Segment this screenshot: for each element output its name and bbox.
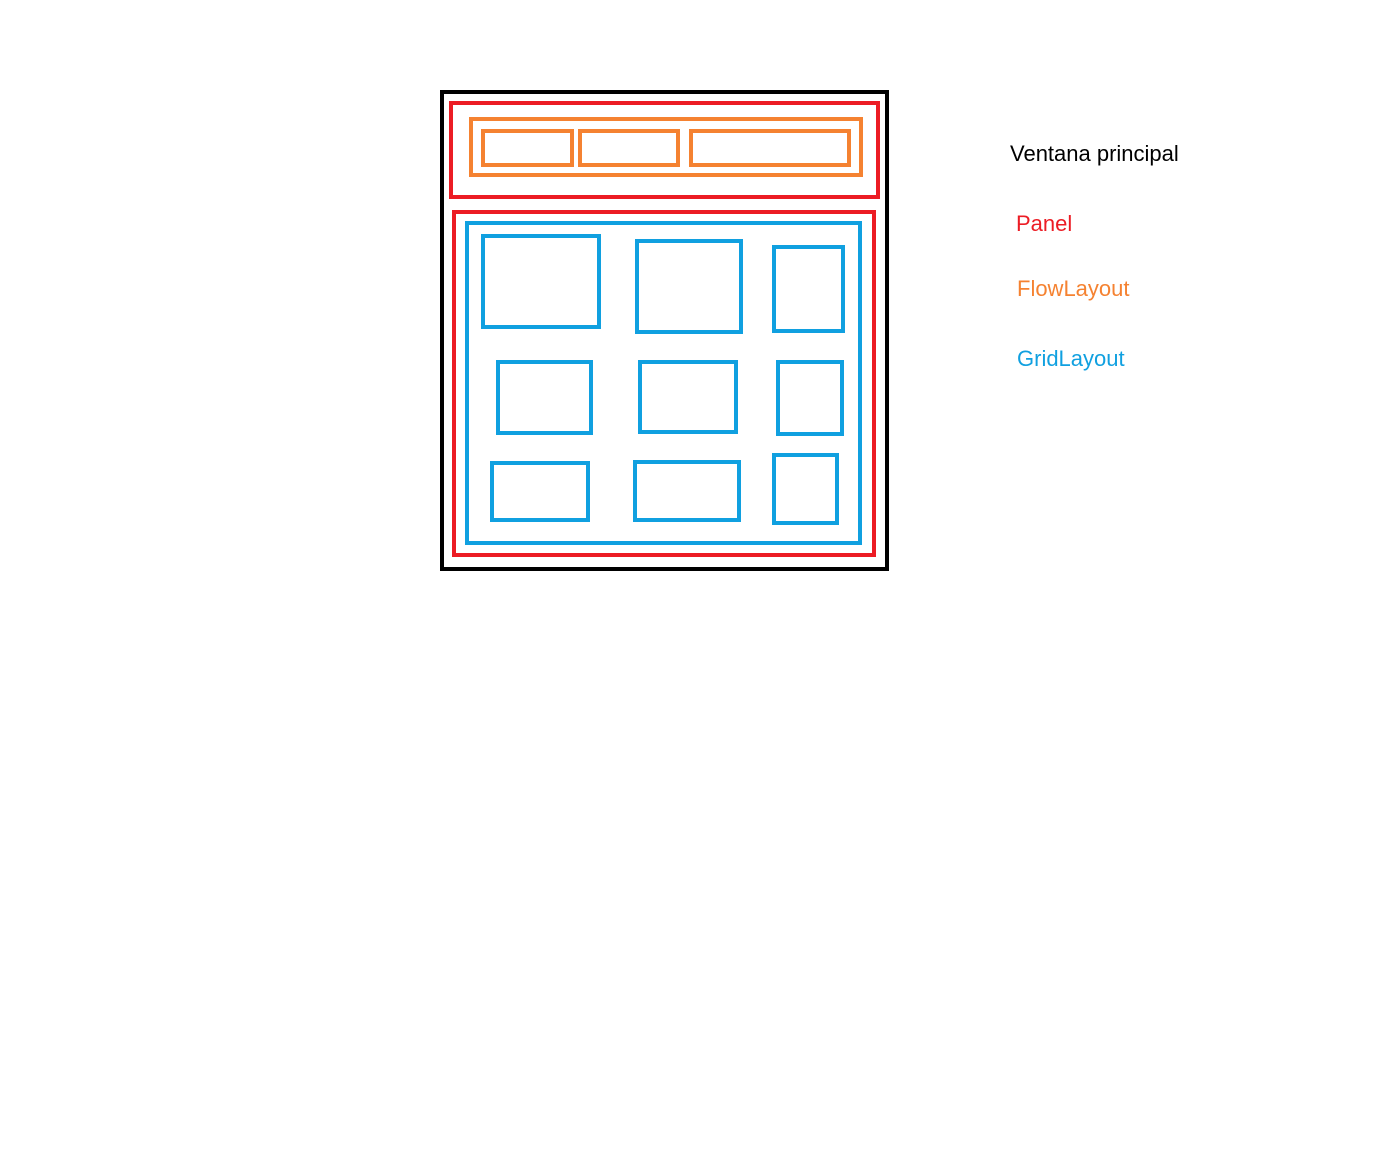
grid-cell-r2c3 <box>776 360 844 436</box>
grid-cell-r2c2 <box>638 360 738 434</box>
grid-cell-r3c1 <box>490 461 590 522</box>
flow-component-2 <box>578 129 680 167</box>
grid-cell-r1c3 <box>772 245 845 333</box>
flow-component-1 <box>481 129 574 167</box>
grid-cell-r1c1 <box>481 234 601 329</box>
legend-flowlayout-label: FlowLayout <box>1017 276 1130 301</box>
flow-component-3 <box>689 129 851 167</box>
grid-cell-r3c2 <box>633 460 741 522</box>
grid-cell-r1c2 <box>635 239 743 334</box>
legend-window-label: Ventana principal <box>1010 141 1179 166</box>
grid-cell-r3c3 <box>772 453 839 525</box>
grid-cell-r2c1 <box>496 360 593 435</box>
legend-gridlayout-label: GridLayout <box>1017 346 1125 371</box>
legend-panel-label: Panel <box>1016 211 1073 236</box>
